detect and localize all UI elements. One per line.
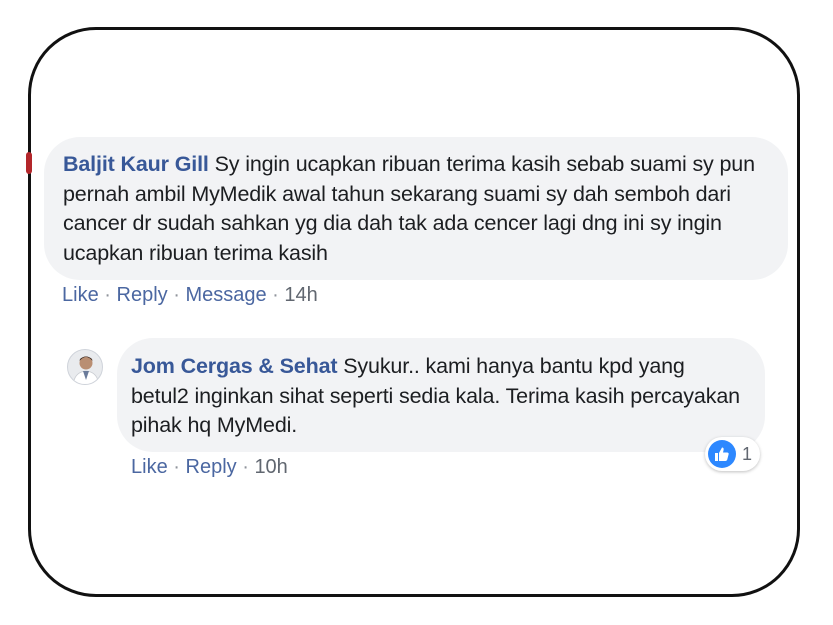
comment-text: Baljit Kaur Gill Sy ingin ucapkan ribuan… <box>63 150 770 268</box>
separator: · <box>242 456 249 478</box>
thumbs-up-icon <box>708 440 736 468</box>
like-link[interactable]: Like <box>131 456 168 478</box>
reply-link[interactable]: Reply <box>186 456 237 478</box>
separator: · <box>104 284 111 306</box>
reply-link[interactable]: Reply <box>117 284 168 306</box>
reaction-count: 1 <box>742 443 753 464</box>
comment-actions: Like · Reply · Message · 14h <box>62 284 318 307</box>
avatar[interactable] <box>67 349 103 385</box>
separator: · <box>173 456 180 478</box>
comment-timestamp[interactable]: 14h <box>284 284 317 306</box>
reply-text: Jom Cergas & Sehat Syukur.. kami hanya b… <box>131 352 747 441</box>
reply-bubble: Jom Cergas & Sehat Syukur.. kami hanya b… <box>117 338 765 452</box>
reply-author-name[interactable]: Jom Cergas & Sehat <box>131 354 338 378</box>
separator: · <box>272 284 279 306</box>
comment-author-name[interactable]: Baljit Kaur Gill <box>63 152 209 176</box>
like-link[interactable]: Like <box>62 284 99 306</box>
message-link[interactable]: Message <box>185 284 266 306</box>
comment-bubble: Baljit Kaur Gill Sy ingin ucapkan ribuan… <box>44 137 788 280</box>
reply-actions: Like · Reply · 10h <box>131 456 288 479</box>
reply-timestamp[interactable]: 10h <box>254 456 287 478</box>
reaction-badge[interactable]: 1 <box>705 437 761 471</box>
separator: · <box>173 284 180 306</box>
edge-mark <box>26 152 32 174</box>
rounded-frame <box>28 27 800 597</box>
